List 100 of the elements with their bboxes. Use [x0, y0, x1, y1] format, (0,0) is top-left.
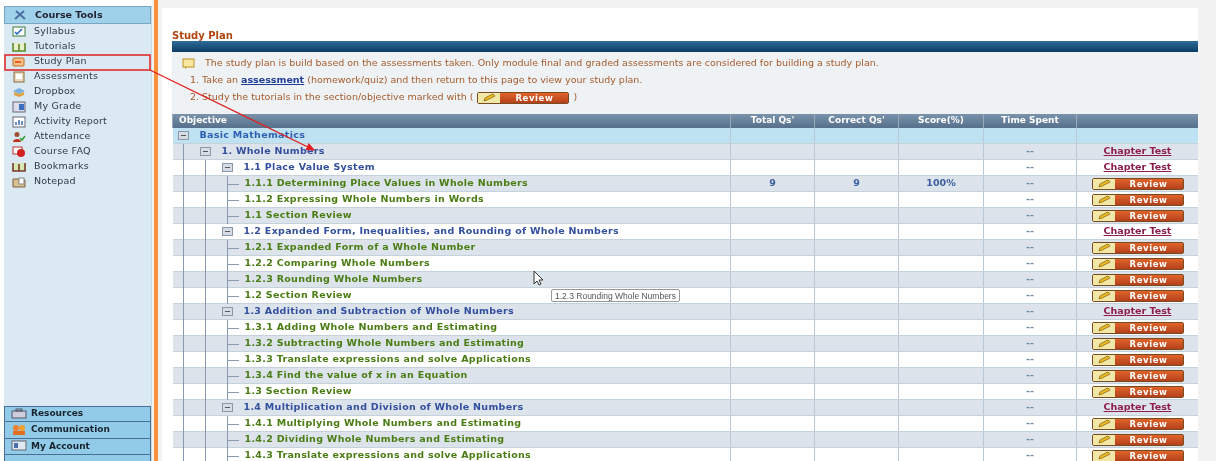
sidebar-item[interactable]: Notepad: [4, 174, 151, 189]
objective-label: 1.3.4 Find the value of x in an Equation: [243, 368, 468, 383]
time-spent: --: [1026, 337, 1034, 349]
collapse-toggle[interactable]: [199, 147, 211, 157]
review-button[interactable]: Review: [1091, 385, 1184, 398]
review-button[interactable]: Review: [1091, 209, 1184, 222]
time-spent: --: [1026, 177, 1034, 189]
pencil-icon: [1096, 355, 1111, 365]
pencil-icon: [1096, 291, 1111, 301]
pencil-icon: [1096, 275, 1111, 285]
page-title: Study Plan: [172, 30, 234, 41]
pencil-icon: [1096, 387, 1111, 397]
time-spent: --: [1026, 209, 1034, 221]
sidebar-section-button[interactable]: Communication: [4, 422, 151, 439]
objective-label: 1.4.2 Dividing Whole Numbers and Estimating: [243, 432, 505, 447]
pencil-icon: [1096, 211, 1111, 221]
objective-label: 1.2 Section Review: [243, 288, 352, 303]
collapse-toggle[interactable]: [221, 307, 233, 317]
column-header: Score(%): [898, 114, 984, 128]
objective-label: 1.4.1 Multiplying Whole Numbers and Estimating: [243, 416, 522, 431]
sidebar-item[interactable]: Tutorials: [4, 39, 151, 54]
time-spent: --: [1026, 433, 1034, 445]
review-button[interactable]: Review: [1091, 337, 1184, 350]
review-button[interactable]: Review: [1091, 417, 1184, 430]
review-button[interactable]: Review: [1091, 369, 1184, 382]
instruction-text: 1. Take an assessment (homework/quiz) and then return to this page to view your study plan.: [190, 73, 643, 88]
sidebar-item[interactable]: Study Plan: [4, 54, 151, 69]
sidebar-item[interactable]: Activity Report: [4, 114, 151, 129]
collapse-toggle[interactable]: [177, 131, 189, 141]
sidebar-title: Course Tools: [35, 7, 103, 22]
clipboard-icon: [12, 70, 26, 83]
time-spent: --: [1026, 353, 1034, 365]
review-button[interactable]: Review: [1091, 241, 1184, 254]
column-header: Time Spent: [983, 114, 1077, 128]
objective-label: 1.1 Section Review: [243, 208, 352, 223]
sidebar-item[interactable]: Syllabus: [4, 24, 151, 39]
bar-chart-icon: [12, 115, 26, 128]
sidebar-item[interactable]: Course FAQ: [4, 144, 151, 159]
topic-label: 1.4 Multiplication and Division of Whole Numbers: [242, 400, 524, 415]
time-spent: --: [1026, 241, 1034, 253]
review-button[interactable]: Review: [1091, 433, 1184, 446]
review-button[interactable]: Review: [1091, 289, 1184, 302]
objective-label: 1.1.2 Expressing Whole Numbers in Words: [243, 192, 484, 207]
objective-label: 1.2.2 Comparing Whole Numbers: [243, 256, 430, 271]
time-spent: --: [1026, 193, 1034, 205]
time-spent: --: [1026, 417, 1034, 429]
review-button[interactable]: Review: [1091, 353, 1184, 366]
topic-label: 1.2 Expanded Form, Inequalities, and Rounding of Whole Numbers: [242, 224, 619, 239]
pencil-icon: [1096, 179, 1111, 189]
review-button[interactable]: Review: [1091, 449, 1184, 461]
topic-label: 1. Whole Numbers: [220, 144, 325, 159]
pencil-icon: [1096, 451, 1111, 461]
toolbox-icon: [11, 407, 27, 420]
tooltip: 1.2.3 Rounding Whole Numbers: [551, 289, 680, 302]
column-header: Total Qs': [730, 114, 815, 128]
pencil-icon: [1096, 339, 1111, 349]
sidebar-section-button[interactable]: Resources: [4, 405, 151, 422]
objective-label: 1.2.3 Rounding Whole Numbers: [243, 272, 423, 287]
sidebar-item[interactable]: Dropbox: [4, 84, 151, 99]
time-spent: --: [1026, 401, 1034, 413]
sidebar-item[interactable]: Attendance: [4, 129, 151, 144]
pencil-icon: [1096, 195, 1111, 205]
time-spent: --: [1026, 321, 1034, 333]
time-spent: --: [1026, 305, 1034, 317]
review-button[interactable]: Review: [1091, 257, 1184, 270]
folder-icon: [12, 175, 26, 188]
assessment-link[interactable]: assessment: [241, 74, 305, 86]
table-cell: 100%: [926, 177, 956, 189]
collapse-toggle[interactable]: [221, 163, 233, 173]
pencil-icon: [1096, 323, 1111, 333]
pencil-icon: [1096, 259, 1111, 269]
objective-label: 1.3.1 Adding Whole Numbers and Estimating: [243, 320, 498, 335]
objective-label: 1.2.1 Expanded Form of a Whole Number: [243, 240, 476, 255]
review-button[interactable]: Review: [1091, 321, 1184, 334]
review-button[interactable]: Review: [1091, 177, 1184, 190]
topic-label: 1.1 Place Value System: [242, 160, 375, 175]
box-icon: [12, 85, 26, 98]
book-icon: [12, 160, 26, 173]
info-text: The study plan is build based on the assessments taken. Only module final and graded assessments are considered for building a study plan.: [205, 56, 879, 71]
review-button[interactable]: Review: [1091, 193, 1184, 206]
time-spent: --: [1026, 145, 1034, 157]
column-header: Objective: [172, 114, 731, 128]
pencil-icon: [1096, 435, 1111, 445]
people-icon: [11, 423, 27, 436]
objective-label: 1.3.2 Subtracting Whole Numbers and Estimating: [243, 336, 525, 351]
checklist-icon: [12, 25, 26, 38]
sidebar-item[interactable]: Assessments: [4, 69, 151, 84]
review-button[interactable]: Review: [1091, 273, 1184, 286]
objective-label: 1.3.3 Translate expressions and solve Applications: [243, 352, 531, 367]
instruction-text: ): [573, 90, 578, 105]
person-icon: [12, 130, 26, 143]
sidebar-item[interactable]: Bookmarks: [4, 159, 151, 174]
collapse-toggle[interactable]: [221, 403, 233, 413]
pencil-icon: [1096, 243, 1111, 253]
table-cell: 9: [769, 177, 776, 189]
table-cell: 9: [853, 177, 860, 189]
objective-label: 1.4.3 Translate expressions and solve Applications: [243, 448, 531, 461]
sidebar-item[interactable]: My Grade: [4, 99, 151, 114]
collapse-toggle[interactable]: [221, 227, 233, 237]
review-button[interactable]: Review: [477, 91, 570, 104]
